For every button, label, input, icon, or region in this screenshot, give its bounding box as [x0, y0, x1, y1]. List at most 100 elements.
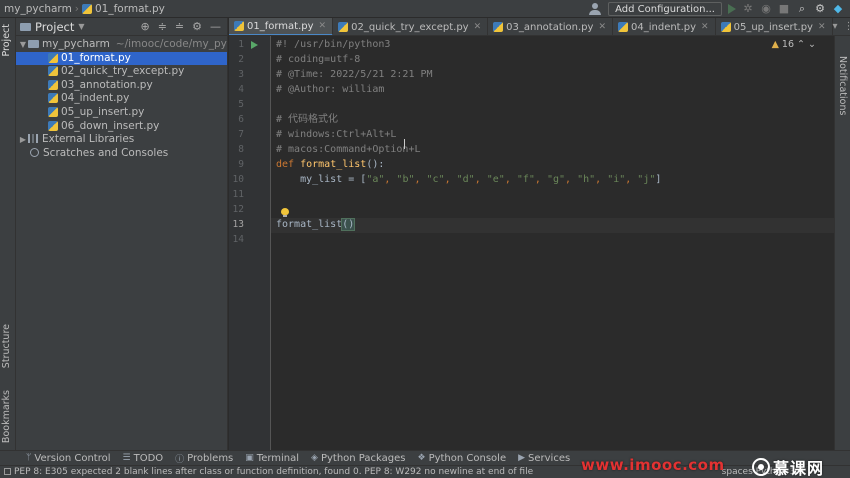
inspection-widget[interactable]: ▲ 16 ⌃ ⌄ — [772, 39, 816, 50]
chevron-down-icon[interactable]: ▼ — [18, 38, 28, 52]
chevron-right-icon[interactable]: ▶ — [18, 133, 28, 147]
coverage-icon[interactable]: ◉ — [760, 3, 772, 15]
function-signature: (): — [366, 159, 385, 170]
file-item-02-quick-try-except[interactable]: 02_quick_try_except.py — [16, 65, 227, 79]
ide-logo-icon[interactable]: ◆ — [832, 3, 844, 15]
chevron-up-icon[interactable]: ⌃ — [797, 39, 805, 50]
scratches-icon — [30, 147, 39, 157]
breadcrumb-separator: › — [74, 2, 79, 15]
close-icon[interactable]: ✕ — [818, 22, 826, 32]
scratches-label: Scratches and Consoles — [43, 146, 169, 159]
project-panel: Project ▼ ⊕ ≑ ≐ ⚙ — ▼ my_pycharm ~/imooc/c… — [16, 18, 228, 450]
breadcrumb: my_pycharm › 01_format.py — [0, 3, 169, 15]
debug-icon[interactable]: ✲ — [742, 3, 754, 15]
line-number: 7 — [238, 129, 244, 140]
stop-icon[interactable]: ■ — [778, 3, 790, 15]
python-packages-tool[interactable]: ◈ Python Packages — [311, 453, 405, 464]
run-icon[interactable] — [728, 4, 736, 14]
add-configuration-button[interactable]: Add Configuration... — [608, 2, 722, 16]
string-literal: "j" — [637, 174, 656, 185]
tab-04-indent[interactable]: 04_indent.py ✕ — [613, 18, 716, 35]
file-item-06-down-insert[interactable]: 06_down_insert.py — [16, 120, 227, 134]
search-icon[interactable]: ⌕ — [796, 3, 808, 15]
breadcrumb-file[interactable]: 01_format.py — [95, 3, 165, 15]
project-tool-tab[interactable]: Project — [1, 24, 12, 57]
user-icon[interactable] — [588, 3, 602, 15]
matched-brackets: () — [341, 218, 356, 231]
code-line-9: def format_list(): — [276, 157, 384, 172]
terminal-tool[interactable]: ▣ Terminal — [245, 453, 299, 464]
version-control-tool[interactable]: ᛘ Version Control — [26, 453, 111, 464]
breadcrumb-project[interactable]: my_pycharm — [4, 3, 72, 15]
python-file-icon — [720, 22, 731, 32]
tab-05-up-insert[interactable]: 05_up_insert.py ✕ — [716, 18, 833, 35]
services-tool[interactable]: ▶ Services — [518, 453, 570, 464]
file-item-05-up-insert[interactable]: 05_up_insert.py — [16, 106, 227, 120]
expand-all-icon[interactable]: ≑ — [158, 20, 167, 33]
chevron-down-icon[interactable]: ⌄ — [808, 39, 816, 50]
services-icon: ▶ — [518, 453, 526, 463]
tree-scratches[interactable]: Scratches and Consoles — [16, 147, 227, 161]
close-icon[interactable]: ✕ — [598, 22, 606, 32]
tab-01-format[interactable]: 01_format.py ✕ — [229, 18, 334, 35]
settings-gear-icon[interactable]: ⚙ — [192, 20, 202, 33]
python-file-icon — [48, 120, 58, 131]
settings-gear-icon[interactable]: ⚙ — [814, 3, 826, 15]
run-gutter-icon[interactable] — [251, 41, 258, 49]
structure-tool-tab[interactable]: Structure — [1, 324, 12, 368]
file-name: 04_indent.py — [61, 92, 130, 105]
file-item-04-indent[interactable]: 04_indent.py — [16, 92, 227, 106]
bookmarks-tool-tab[interactable]: Bookmarks — [1, 390, 12, 443]
root-folder-path: ~/imooc/code/my_py — [115, 38, 227, 50]
code-editor[interactable]: 1 2 3 4 5 6 7 8 9 10 11 12 13 14 ▲ 16 ⌃ … — [229, 36, 834, 450]
left-tool-strip: Project Structure Bookmarks — [0, 18, 16, 450]
tab-03-annotation[interactable]: 03_annotation.py ✕ — [488, 18, 613, 35]
close-icon[interactable]: ✕ — [319, 21, 327, 31]
tree-root[interactable]: ▼ my_pycharm ~/imooc/code/my_py — [16, 38, 227, 52]
tool-windows-icon[interactable] — [4, 468, 11, 475]
project-panel-title[interactable]: Project — [35, 20, 74, 34]
tool-label: Python Packages — [320, 452, 406, 464]
line-number: 10 — [232, 174, 244, 185]
tab-02-quick-try-except[interactable]: 02_quick_try_except.py ✕ — [333, 18, 489, 35]
string-literal: "g" — [546, 174, 566, 185]
tree-external-libraries[interactable]: ▶ External Libraries — [16, 133, 227, 147]
python-file-icon — [48, 52, 58, 63]
status-message[interactable]: PEP 8: E305 expected 2 blank lines after… — [14, 467, 533, 477]
editor-tab-bar: 01_format.py ✕ 02_quick_try_except.py ✕ 03… — [229, 18, 850, 36]
code-line-2: # coding=utf-8 — [276, 54, 361, 65]
locate-icon[interactable]: ⊕ — [140, 20, 149, 33]
close-icon[interactable]: ✕ — [701, 22, 709, 32]
string-literal: "f" — [516, 174, 535, 185]
file-item-01-format[interactable]: 01_format.py — [16, 51, 227, 66]
tool-label: Version Control — [34, 452, 111, 464]
file-item-03-annotation[interactable]: 03_annotation.py — [16, 79, 227, 93]
hide-icon[interactable]: — — [210, 20, 221, 33]
collapse-all-icon[interactable]: ≐ — [175, 20, 184, 33]
project-tree: ▼ my_pycharm ~/imooc/code/my_py 01_format.… — [16, 36, 227, 160]
warning-icon: ▲ — [771, 39, 779, 50]
python-console-tool[interactable]: ❖ Python Console — [417, 453, 506, 464]
keyword-def: def — [276, 159, 295, 170]
tab-label: 01_format.py — [247, 20, 314, 32]
python-file-icon — [48, 106, 58, 117]
python-file-icon — [618, 22, 628, 32]
problems-tool[interactable]: ⓘ Problems — [175, 452, 233, 465]
python-file-icon — [48, 79, 58, 90]
string-literal: "h" — [577, 174, 596, 185]
tab-label: 04_indent.py — [631, 21, 697, 33]
more-options-icon[interactable]: ⋮ — [844, 21, 850, 32]
code-line-6: # 代码格式化 — [276, 114, 339, 125]
more-tabs-icon[interactable]: ▾ — [833, 21, 838, 32]
file-name: 03_annotation.py — [61, 78, 153, 91]
line-number: 14 — [232, 234, 244, 245]
notifications-tool-tab[interactable]: Notifications — [837, 56, 848, 115]
chevron-down-icon[interactable]: ▼ — [78, 22, 84, 31]
todo-tool[interactable]: ☰ TODO — [123, 453, 164, 464]
line-number: 9 — [238, 159, 244, 170]
lightbulb-icon[interactable] — [281, 208, 289, 217]
close-icon[interactable]: ✕ — [474, 22, 482, 32]
python-console-icon: ❖ — [417, 453, 426, 463]
line-number: 3 — [238, 69, 244, 80]
tool-label: Terminal — [256, 452, 300, 464]
